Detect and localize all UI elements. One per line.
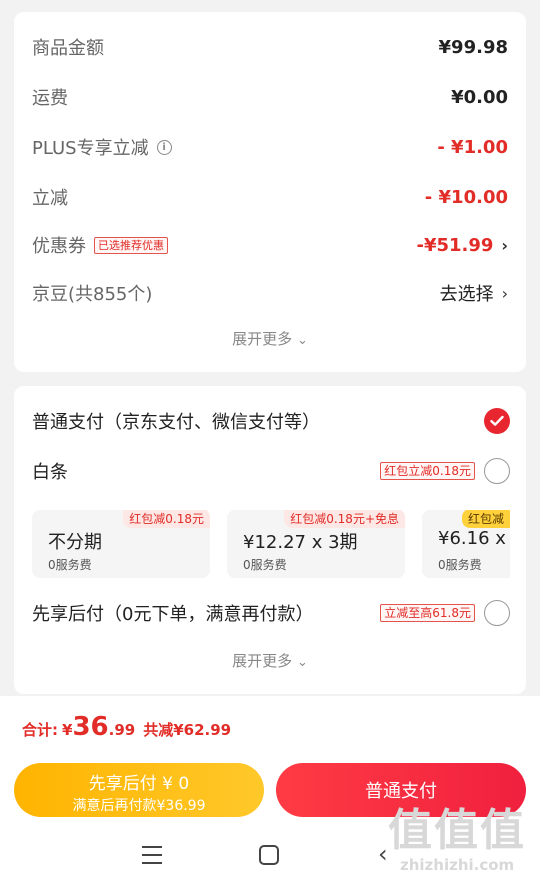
- plan-fee: 0服务费: [438, 558, 482, 572]
- coupon-label: 优惠券: [32, 236, 86, 257]
- plan-fee: 0服务费: [243, 558, 287, 572]
- chevron-right-icon: ›: [501, 283, 508, 303]
- normal-payment-option[interactable]: 普通支付（京东支付、微信支付等）: [32, 408, 510, 434]
- goods-amount-row: 商品金额 ¥99.98: [32, 34, 508, 60]
- total-label: 合计:: [22, 721, 58, 739]
- goods-amount-value: ¥99.98: [438, 36, 508, 58]
- expand-more-label: 展开更多: [232, 330, 293, 348]
- plus-discount-label: PLUS专享立减: [32, 138, 149, 159]
- menu-icon[interactable]: [142, 846, 162, 864]
- installment-plan-6[interactable]: 红包减 ¥6.16 x 6 0服务费: [422, 510, 510, 578]
- goods-amount-label: 商品金额: [32, 38, 104, 59]
- instant-discount-value: - ¥10.00: [424, 186, 508, 208]
- info-icon[interactable]: i: [156, 139, 172, 155]
- shipping-row: 运费 ¥0.00: [32, 84, 508, 110]
- shipping-value: ¥0.00: [451, 86, 508, 108]
- normal-payment-label: 普通支付（京东支付、微信支付等）: [32, 412, 320, 433]
- baitiao-option[interactable]: 白条 红包立减0.18元: [32, 458, 510, 484]
- pay-later-promo-tag: 立减至高61.8元: [380, 604, 475, 622]
- shipping-label: 运费: [32, 88, 68, 109]
- chevron-down-icon: ⌄: [296, 333, 308, 348]
- coupon-recommended-tag: 已选推荐优惠: [94, 236, 168, 254]
- installment-plan-none[interactable]: 红包减0.18元 不分期 0服务费: [32, 510, 210, 578]
- expand-more-button[interactable]: 展开更多 ⌄: [14, 650, 526, 671]
- home-icon[interactable]: [259, 845, 279, 865]
- watermark: 值值值 zhizhizhi.com: [388, 805, 526, 875]
- total-saved: 共减¥62.99: [143, 721, 232, 739]
- installment-plans: 红包减0.18元 不分期 0服务费 红包减0.18元+免息 ¥12.27 x 3…: [32, 510, 510, 580]
- total-amount: 合计: ¥ 36 .99 共减¥62.99: [22, 712, 231, 742]
- coupon-row[interactable]: 优惠券 已选推荐优惠 -¥51.99 ›: [32, 232, 508, 258]
- pay-later-label: 先享后付（0元下单，满意再付款）: [32, 604, 314, 625]
- watermark-logo: 值值值: [388, 805, 526, 856]
- watermark-url: zhizhizhi.com: [400, 856, 515, 874]
- expand-more-button[interactable]: 展开更多 ⌄: [14, 328, 526, 349]
- expand-more-label: 展开更多: [232, 652, 293, 670]
- total-decimal: .99: [108, 721, 136, 739]
- pay-later-button-sublabel: 满意后再付款¥36.99: [72, 798, 206, 814]
- checkout-bar: 合计: ¥ 36 .99 共减¥62.99 先享后付 ¥ 0 满意后再付款¥36…: [0, 696, 540, 889]
- normal-pay-button-label: 普通支付: [365, 781, 437, 802]
- chevron-right-icon: ›: [501, 235, 508, 255]
- baitiao-promo-tag: 红包立减0.18元: [380, 462, 475, 480]
- plan-main: 不分期: [48, 532, 102, 553]
- instant-discount-label: 立减: [32, 188, 68, 209]
- plan-main: ¥6.16 x 6: [438, 528, 510, 549]
- jingdou-row[interactable]: 京豆(共855个) 去选择 ›: [32, 280, 508, 306]
- instant-discount-row: 立减 - ¥10.00: [32, 184, 508, 210]
- checked-radio-icon[interactable]: [484, 408, 510, 434]
- pay-later-button[interactable]: 先享后付 ¥ 0 满意后再付款¥36.99: [14, 763, 264, 817]
- jingdou-select: 去选择: [439, 284, 494, 305]
- total-currency: ¥: [62, 721, 73, 739]
- plan-fee: 0服务费: [48, 558, 92, 572]
- back-icon[interactable]: ‹: [378, 840, 388, 868]
- radio-icon[interactable]: [484, 600, 510, 626]
- plan-main: ¥12.27 x 3期: [243, 532, 358, 553]
- plus-discount-row: PLUS专享立减 i - ¥1.00: [32, 134, 508, 160]
- radio-icon[interactable]: [484, 458, 510, 484]
- total-integer: 36: [72, 712, 109, 742]
- plus-discount-value: - ¥1.00: [437, 136, 508, 158]
- baitiao-label: 白条: [32, 462, 68, 483]
- price-summary-card: 商品金额 ¥99.98 运费 ¥0.00 PLUS专享立减 i - ¥1.00 …: [14, 12, 526, 372]
- plan-badge: 红包减0.18元+免息: [284, 510, 405, 528]
- pay-later-button-label: 先享后付 ¥ 0: [88, 774, 190, 794]
- coupon-value: -¥51.99: [416, 234, 494, 256]
- pay-later-option[interactable]: 先享后付（0元下单，满意再付款） 立减至高61.8元: [32, 600, 510, 626]
- installment-plan-3[interactable]: 红包减0.18元+免息 ¥12.27 x 3期 0服务费: [227, 510, 405, 578]
- chevron-down-icon: ⌄: [296, 655, 308, 670]
- jingdou-label: 京豆(共855个): [32, 284, 153, 305]
- plan-badge: 红包减0.18元: [123, 510, 210, 528]
- payment-method-card: 普通支付（京东支付、微信支付等） 白条 红包立减0.18元 红包减0.18元 不…: [14, 386, 526, 694]
- plan-badge: 红包减: [462, 510, 510, 528]
